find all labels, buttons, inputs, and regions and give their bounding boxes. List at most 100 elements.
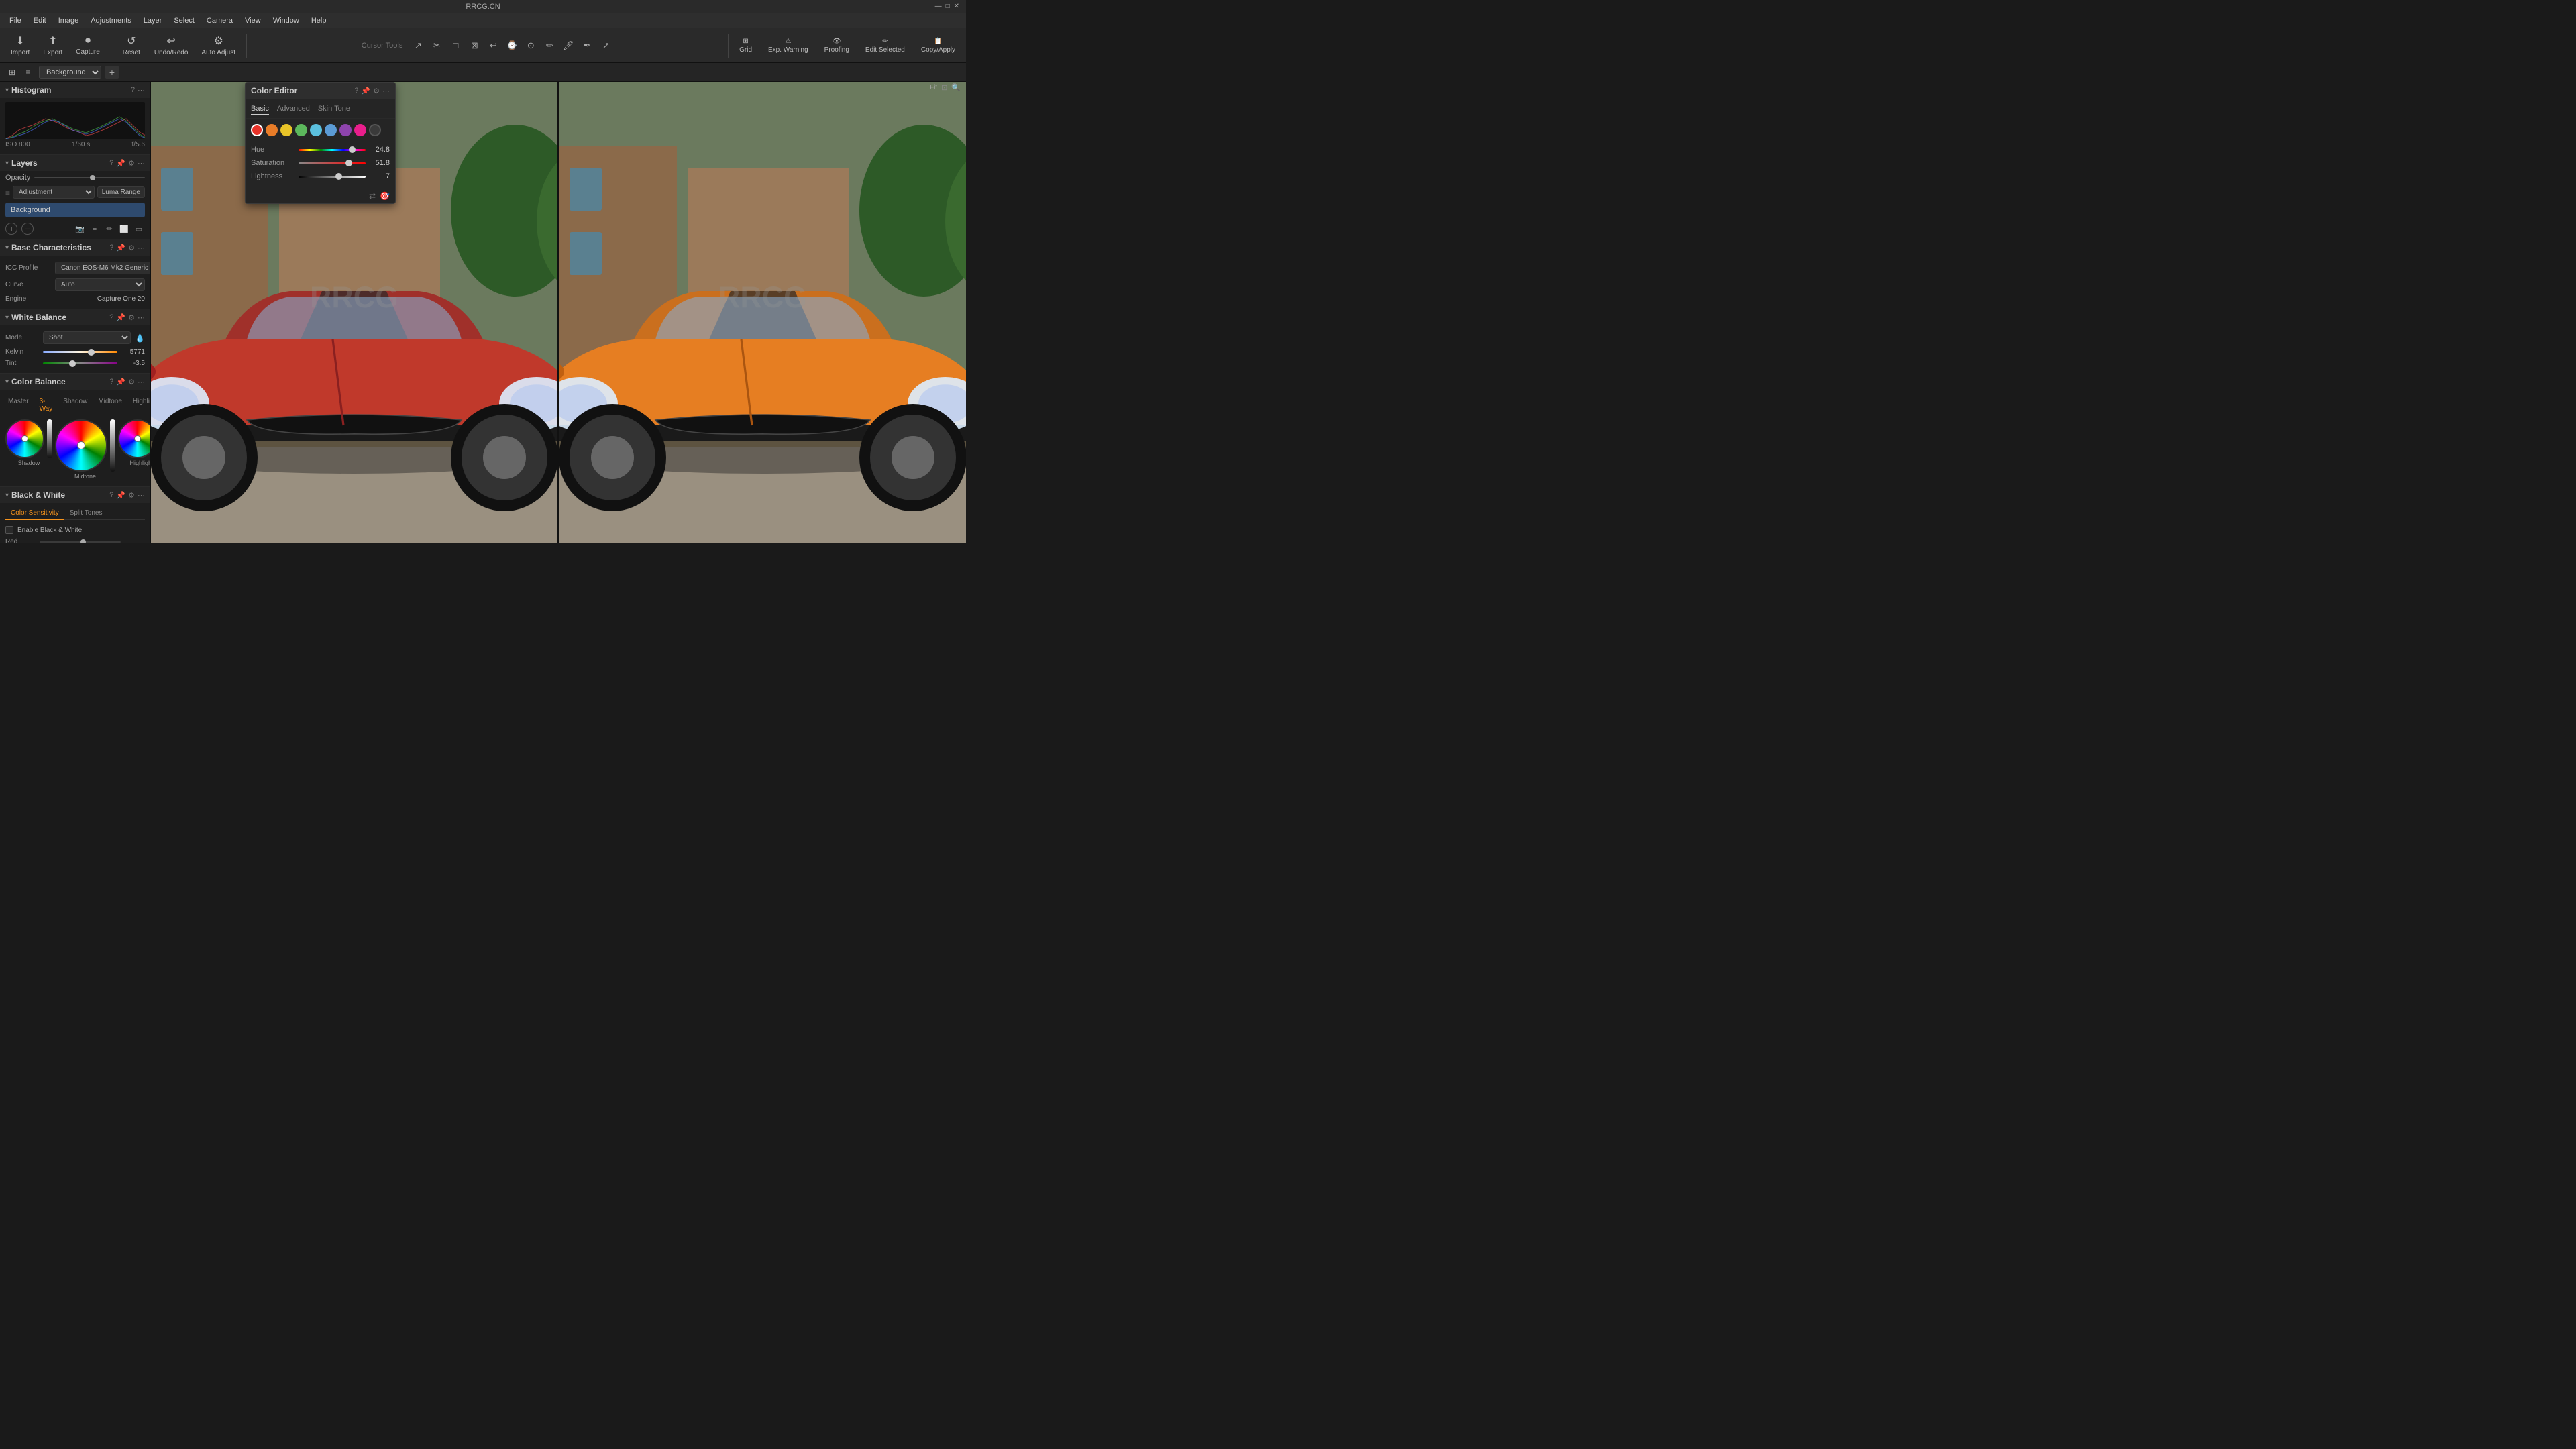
layers-header[interactable]: ▾ Layers ? 📌 ⚙ ⋯ — [0, 155, 150, 171]
menu-adjustments[interactable]: Adjustments — [85, 15, 137, 26]
bw-settings-icon[interactable]: ⚙ — [128, 491, 135, 500]
layer-eraser-btn[interactable]: ⬜ — [118, 223, 130, 235]
cb-pin-icon[interactable]: 📌 — [116, 378, 125, 386]
bw-tab-split-tones[interactable]: Split Tones — [64, 507, 108, 520]
swatch-cyan[interactable] — [310, 124, 322, 136]
swatch-yellow[interactable] — [280, 124, 292, 136]
cb-settings-icon[interactable]: ⚙ — [128, 378, 135, 386]
ce-menu-icon[interactable]: ⋯ — [382, 87, 390, 95]
zoom-icon[interactable]: 🔍 — [951, 83, 961, 92]
curve-select[interactable]: Auto — [55, 278, 145, 291]
edit-selected-button[interactable]: ✏ Edit Selected — [860, 35, 910, 56]
auto-adjust-button[interactable]: ⚙ Auto Adjust — [196, 32, 241, 59]
midtone-brightness-slider[interactable] — [110, 419, 115, 472]
ce-settings-icon[interactable]: ⚙ — [373, 87, 380, 95]
cursor-tool-6[interactable]: ⌚ — [504, 38, 519, 53]
undo-redo-button[interactable]: ↩ Undo/Redo — [149, 32, 194, 59]
cb-tab-highlight[interactable]: Highlight — [130, 396, 151, 414]
menu-window[interactable]: Window — [268, 15, 305, 26]
menu-select[interactable]: Select — [168, 15, 200, 26]
cursor-tool-4[interactable]: ⊠ — [467, 38, 482, 53]
cursor-tool-10[interactable]: ✒ — [580, 38, 594, 53]
ce-pick-icon[interactable]: 🎯 — [380, 191, 390, 201]
ce-lightness-slider[interactable] — [299, 176, 366, 178]
export-button[interactable]: ⬆ Export — [38, 32, 68, 59]
shadow-color-wheel[interactable] — [5, 419, 44, 458]
menu-view[interactable]: View — [239, 15, 266, 26]
swatch-neutral[interactable] — [369, 124, 381, 136]
cb-tab-master[interactable]: Master — [5, 396, 32, 414]
add-layer-button[interactable]: + — [105, 66, 119, 79]
ce-hue-slider[interactable] — [299, 149, 366, 151]
adjustment-type-select[interactable]: Adjustment — [13, 186, 95, 199]
ce-reset-icon[interactable]: ⇄ — [369, 191, 376, 201]
base-char-menu-icon[interactable]: ⋯ — [138, 244, 145, 252]
wb-pin-icon[interactable]: 📌 — [116, 313, 125, 322]
cursor-tool-5[interactable]: ↩ — [486, 38, 500, 53]
wb-kelvin-slider[interactable] — [43, 351, 117, 353]
copy-apply-button[interactable]: 📋 Copy/Apply — [916, 35, 961, 56]
bw-red-slider[interactable] — [40, 541, 121, 543]
bw-header[interactable]: ▾ Black & White ? 📌 ⚙ ⋯ — [0, 487, 150, 503]
opacity-slider[interactable] — [34, 177, 145, 178]
shadow-brightness-slider[interactable] — [47, 419, 52, 458]
cb-help-icon[interactable]: ? — [109, 378, 113, 386]
wb-mode-select[interactable]: Shot — [43, 331, 131, 344]
bw-enable-checkbox[interactable] — [5, 526, 13, 534]
icc-select[interactable]: Canon EOS-M6 Mk2 Generic — [55, 262, 151, 274]
bw-pin-icon[interactable]: 📌 — [116, 491, 125, 500]
layer-list-view[interactable]: ≡ — [21, 66, 35, 79]
layer-rect-btn[interactable]: ▭ — [133, 223, 145, 235]
swatch-orange[interactable] — [266, 124, 278, 136]
menu-edit[interactable]: Edit — [28, 15, 52, 26]
cb-tab-shadow[interactable]: Shadow — [60, 396, 90, 414]
reset-button[interactable]: ↺ Reset — [117, 32, 146, 59]
base-characteristics-header[interactable]: ▾ Base Characteristics ? 📌 ⚙ ⋯ — [0, 239, 150, 256]
menu-file[interactable]: File — [4, 15, 27, 26]
menu-layer[interactable]: Layer — [138, 15, 168, 26]
cursor-tool-1[interactable]: ↗ — [411, 38, 425, 53]
ce-saturation-slider[interactable] — [299, 162, 366, 164]
cursor-tool-11[interactable]: ↗ — [598, 38, 613, 53]
layer-grid-view[interactable]: ⊞ — [5, 66, 19, 79]
cursor-tool-8[interactable]: ✏ — [542, 38, 557, 53]
white-balance-header[interactable]: ▾ White Balance ? 📌 ⚙ ⋯ — [0, 309, 150, 325]
color-balance-header[interactable]: ▾ Color Balance ? 📌 ⚙ ⋯ — [0, 374, 150, 390]
remove-layer-button[interactable]: − — [21, 223, 34, 235]
highlight-color-wheel[interactable] — [118, 419, 151, 458]
swatch-green[interactable] — [295, 124, 307, 136]
grid-button[interactable]: ⊞ Grid — [734, 35, 757, 56]
menu-help[interactable]: Help — [306, 15, 332, 26]
layer-camera-btn[interactable]: 📷 — [74, 223, 86, 235]
ce-help-icon[interactable]: ? — [354, 87, 358, 95]
menu-camera[interactable]: Camera — [201, 15, 238, 26]
cb-tab-3way[interactable]: 3-Way — [37, 396, 56, 414]
cursor-tool-2[interactable]: ✂ — [429, 38, 444, 53]
cb-menu-icon[interactable]: ⋯ — [138, 378, 145, 386]
maximize-btn[interactable]: □ — [946, 3, 950, 10]
exp-warning-button[interactable]: ⚠ Exp. Warning — [763, 35, 814, 56]
proofing-button[interactable]: 👁 Proofing — [819, 35, 855, 56]
bw-tab-color-sensitivity[interactable]: Color Sensitivity — [5, 507, 64, 520]
base-char-pin-icon[interactable]: 📌 — [116, 244, 125, 252]
wb-menu-icon[interactable]: ⋯ — [138, 313, 145, 322]
luma-range-button[interactable]: Luma Range — [97, 186, 145, 198]
background-layer-item[interactable]: Background — [5, 203, 145, 217]
base-char-settings-icon[interactable]: ⚙ — [128, 244, 135, 252]
wb-help-icon[interactable]: ? — [109, 313, 113, 322]
close-btn[interactable]: ✕ — [954, 3, 959, 10]
menu-image[interactable]: Image — [53, 15, 85, 26]
histogram-help-icon[interactable]: ? — [131, 86, 135, 95]
bw-menu-icon[interactable]: ⋯ — [138, 491, 145, 500]
ce-pin-icon[interactable]: 📌 — [361, 87, 370, 95]
bw-enable-label[interactable]: Enable Black & White — [17, 527, 82, 534]
base-char-help-icon[interactable]: ? — [109, 244, 113, 252]
layer-list-btn[interactable]: ≡ — [89, 223, 101, 235]
bw-help-icon[interactable]: ? — [109, 491, 113, 500]
swatch-purple[interactable] — [339, 124, 352, 136]
cursor-tool-3[interactable]: □ — [448, 38, 463, 53]
window-controls[interactable]: — □ ✕ — [935, 3, 959, 10]
wb-settings-icon[interactable]: ⚙ — [128, 313, 135, 322]
layer-pencil-btn[interactable]: ✏ — [103, 223, 115, 235]
midtone-color-wheel[interactable] — [55, 419, 107, 472]
